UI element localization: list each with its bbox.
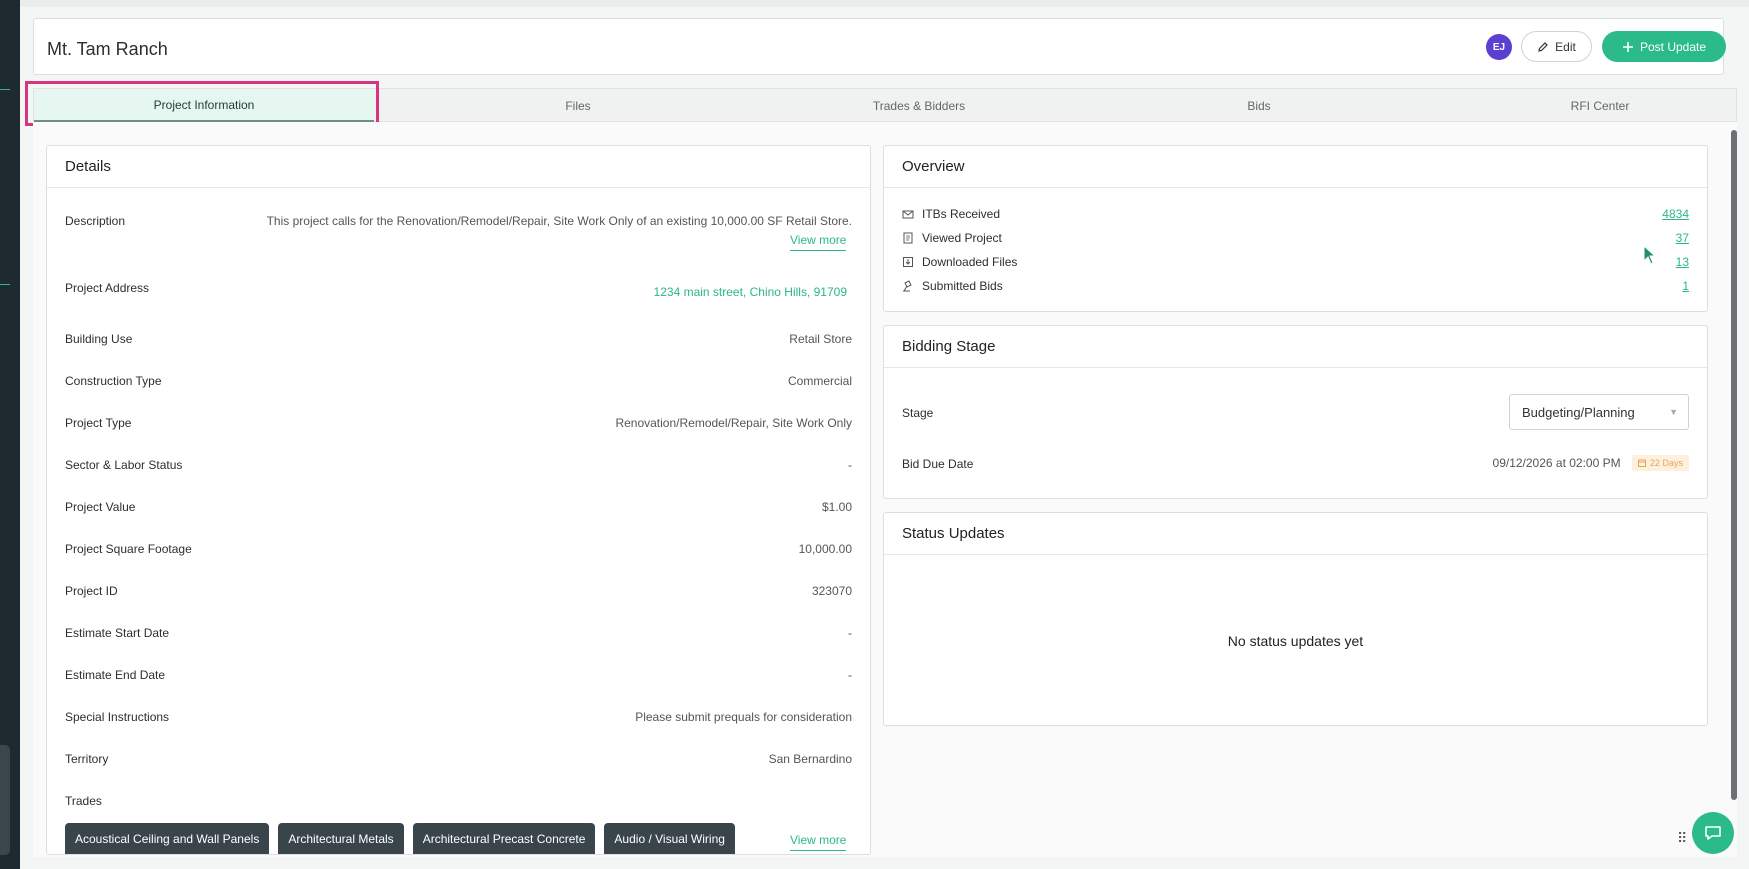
detail-value: - <box>848 458 852 472</box>
post-update-label: Post Update <box>1639 39 1707 54</box>
active-tab-highlight <box>25 81 379 126</box>
stage-select-value: Budgeting/Planning <box>1522 404 1635 420</box>
overview-card: Overview ITBs Received 4834 Viewed Proje… <box>883 145 1708 312</box>
overview-row: ITBs Received 4834 <box>902 207 1689 223</box>
detail-label: Description <box>65 214 126 228</box>
project-header: Mt. Tam Ranch EJ Edit Post Update <box>33 18 1726 75</box>
detail-value: This project calls for the Renovation/Re… <box>266 214 852 228</box>
trades-view-more-link[interactable]: View more <box>790 833 847 851</box>
submitted-bids-link[interactable]: 1 <box>1682 279 1689 293</box>
overview-label: Downloaded Files <box>922 255 1018 269</box>
left-sidebar <box>0 0 20 869</box>
status-updates-card: Status Updates No status updates yet <box>883 512 1708 726</box>
detail-label: Construction Type <box>65 374 162 388</box>
plus-icon <box>1622 41 1633 52</box>
top-strip <box>20 0 1749 7</box>
tab-trades-bidders[interactable]: Trades & Bidders <box>749 89 1089 122</box>
project-address-link[interactable]: 1234 main street, Chino Hills, 91709 <box>654 285 847 299</box>
detail-label: Trades <box>65 794 102 808</box>
chat-button[interactable] <box>1692 812 1734 854</box>
overview-label: Submitted Bids <box>922 279 1003 293</box>
calendar-icon <box>1637 459 1646 467</box>
document-icon <box>903 232 913 244</box>
drag-handle-icon[interactable]: ⠿ <box>1677 830 1687 847</box>
detail-value: Please submit prequals for consideration <box>635 710 852 724</box>
post-update-button[interactable]: Post Update <box>1602 31 1726 62</box>
detail-label: Estimate End Date <box>65 668 166 682</box>
trades-list: Acoustical Ceiling and Wall Panels Archi… <box>65 823 735 854</box>
overview-row: Submitted Bids 1 <box>902 279 1689 295</box>
status-updates-title: Status Updates <box>884 513 1707 555</box>
detail-label: Special Instructions <box>65 710 170 724</box>
days-remaining-badge: 22 Days <box>1631 455 1689 471</box>
viewed-project-link[interactable]: 37 <box>1676 231 1689 245</box>
sidebar-indicator <box>0 89 10 90</box>
bidding-stage-title: Bidding Stage <box>884 326 1707 368</box>
trade-chip[interactable]: Audio / Visual Wiring <box>604 823 735 854</box>
sidebar-indicator <box>0 284 10 285</box>
detail-value: Commercial <box>787 374 852 388</box>
downloaded-files-link[interactable]: 13 <box>1676 255 1689 269</box>
overview-title: Overview <box>884 146 1707 188</box>
download-icon <box>903 257 913 267</box>
tab-rfi-center[interactable]: RFI Center <box>1430 89 1749 122</box>
avatar[interactable]: EJ <box>1486 34 1512 60</box>
chevron-down-icon: ▼ <box>1669 407 1678 417</box>
details-title: Details <box>47 146 870 188</box>
itbs-received-link[interactable]: 4834 <box>1662 207 1689 221</box>
page-title: Mt. Tam Ranch <box>47 39 168 59</box>
stage-label: Stage <box>902 406 934 420</box>
bid-due-label: Bid Due Date <box>902 457 974 471</box>
detail-value: - <box>848 626 852 640</box>
pencil-icon <box>1538 41 1549 52</box>
detail-value: $1.00 <box>821 500 852 514</box>
detail-value: Retail Store <box>789 332 852 346</box>
trade-chip[interactable]: Architectural Precast Concrete <box>412 823 596 854</box>
bid-due-date: 09/12/2026 at 02:00 PM <box>1492 456 1621 470</box>
bid-due-value: 09/12/2026 at 02:00 PM 22 Days <box>1493 455 1689 471</box>
detail-label: Estimate Start Date <box>65 626 170 640</box>
content-scrollbar[interactable] <box>1731 130 1737 800</box>
mouse-cursor-icon <box>1643 245 1657 265</box>
tab-bids[interactable]: Bids <box>1089 89 1429 122</box>
bidding-stage-card: Bidding Stage Stage Budgeting/Planning ▼… <box>883 325 1708 499</box>
detail-value: 323070 <box>811 584 852 598</box>
detail-value: Renovation/Remodel/Repair, Site Work Onl… <box>615 416 852 430</box>
detail-label: Sector & Labor Status <box>65 458 183 472</box>
trade-chip[interactable]: Architectural Metals <box>278 823 404 854</box>
detail-value: San Bernardino <box>768 752 852 766</box>
chat-bubble-icon <box>1705 826 1721 840</box>
overview-label: Viewed Project <box>922 231 1002 245</box>
edit-button[interactable]: Edit <box>1521 31 1592 62</box>
detail-value: 10,000.00 <box>798 542 852 556</box>
stage-select[interactable]: Budgeting/Planning ▼ <box>1509 394 1689 430</box>
detail-label: Project Type <box>65 416 132 430</box>
detail-label: Project Square Footage <box>65 542 192 556</box>
gavel-icon <box>903 280 912 292</box>
details-card: Details Description This project calls f… <box>46 145 871 855</box>
overview-row: Downloaded Files 13 <box>902 255 1689 271</box>
tab-files[interactable]: Files <box>408 89 748 122</box>
detail-label: Building Use <box>65 332 133 346</box>
empty-state-text: No status updates yet <box>1227 633 1364 649</box>
overview-row: Viewed Project 37 <box>902 231 1689 247</box>
detail-label: Project Address <box>65 281 150 295</box>
detail-value: - <box>848 668 852 682</box>
envelope-icon <box>902 210 914 219</box>
detail-label: Project Value <box>65 500 136 514</box>
detail-label: Project ID <box>65 584 118 598</box>
trade-chip[interactable]: Acoustical Ceiling and Wall Panels <box>65 823 270 854</box>
description-view-more-link[interactable]: View more <box>790 233 847 251</box>
detail-label: Territory <box>65 752 109 766</box>
edit-label: Edit <box>1555 39 1576 54</box>
overview-label: ITBs Received <box>922 207 1001 221</box>
sidebar-scrollbar[interactable] <box>0 745 10 855</box>
days-remaining-text: 22 Days <box>1649 458 1683 468</box>
